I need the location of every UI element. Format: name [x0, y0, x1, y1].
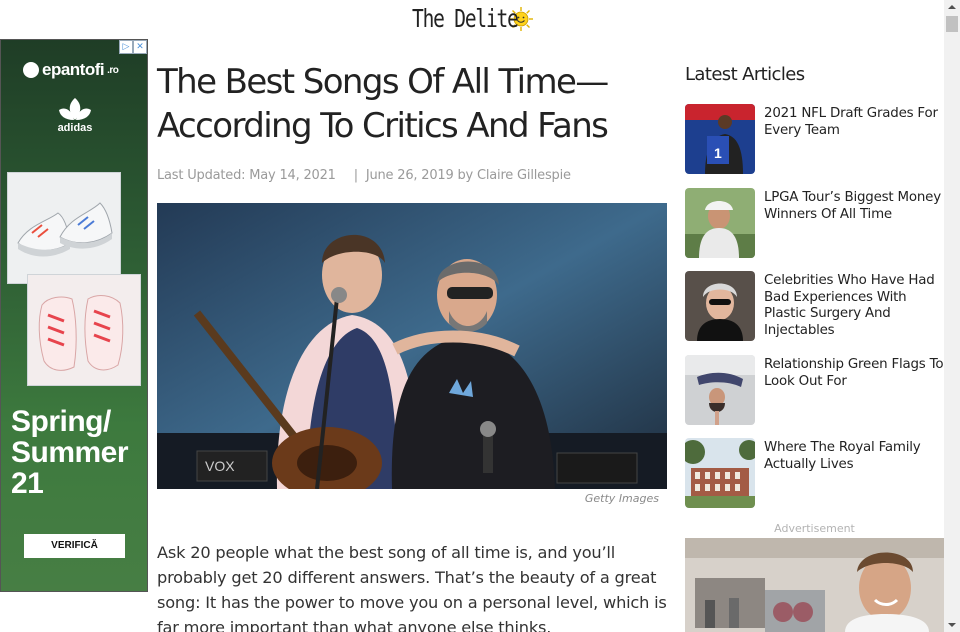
ad-headline-line: 21 [11, 467, 44, 500]
list-item[interactable]: LPGA Tour’s Biggest Money Winners Of All… [685, 188, 950, 258]
adidas-logo: adidas [51, 96, 99, 134]
last-updated: Last Updated: May 14, 2021 [157, 168, 336, 183]
site-logo-text: The Delite [412, 4, 519, 33]
shoe-image-white [8, 173, 120, 283]
ad-cta-button[interactable]: VERIFICĂ [24, 534, 125, 558]
ad-headline-line: Summer [11, 436, 129, 469]
hero-image: VOX [157, 203, 667, 489]
article-meta: Last Updated: May 14, 2021 | June 26, 20… [157, 168, 669, 183]
article-body: Ask 20 people what the best song of all … [157, 543, 667, 632]
list-item[interactable]: Where The Royal Family Actually Lives [685, 438, 950, 508]
ad-brand-tld: .ro [107, 64, 119, 76]
article-link[interactable]: LPGA Tour’s Biggest Money Winners Of All… [764, 190, 950, 223]
published-date: June 26, 2019 [365, 168, 454, 183]
site-header: The Delite [0, 0, 944, 40]
article-title: The Best Songs Of All Time—According To … [157, 62, 609, 146]
image-caption: Getty Images [584, 492, 659, 505]
scrollbar-thumb[interactable] [946, 16, 958, 32]
list-item[interactable]: Relationship Green Flags To Look Out For [685, 355, 950, 425]
ad-choices-icon[interactable]: ▷ [119, 40, 133, 54]
article: The Best Songs Of All Time—According To … [157, 60, 669, 632]
sidebar-heading: Latest Articles [685, 64, 805, 85]
article-thumbnail[interactable] [685, 188, 755, 258]
svg-text:1: 1 [714, 145, 722, 161]
article-link[interactable]: 2021 NFL Draft Grades For Every Team [764, 106, 950, 139]
meta-separator: | [353, 168, 358, 183]
article-thumbnail[interactable] [685, 355, 755, 425]
article-link[interactable]: Where The Royal Family Actually Lives [764, 440, 950, 473]
article-thumbnail[interactable] [685, 438, 755, 508]
ad-headline-line: Spring/ [11, 405, 111, 438]
ad-brand-logo: epantofi .ro [23, 60, 119, 80]
ad-sub-brand: adidas [57, 122, 93, 134]
advertisement-label: Advertisement [774, 522, 855, 535]
ad-headline: Spring/ Summer 21 [11, 405, 129, 500]
scroll-up-arrow-icon[interactable] [944, 0, 960, 14]
article-link[interactable]: Relationship Green Flags To Look Out For [764, 357, 950, 390]
site-logo[interactable]: The Delite [412, 4, 534, 33]
sidebar-advertisement[interactable] [685, 538, 944, 632]
list-item[interactable]: 1 2021 NFL Draft Grades For Every Team [685, 104, 950, 174]
shoe-image-red [28, 275, 140, 385]
author-link[interactable]: Claire Gillespie [477, 168, 571, 183]
vertical-scrollbar[interactable] [944, 0, 960, 632]
sidebar: Latest Articles 1 2021 NFL Draft Grades … [685, 64, 944, 632]
article-link[interactable]: Celebrities Who Have Had Bad Experiences… [764, 273, 950, 339]
list-item[interactable]: Celebrities Who Have Had Bad Experiences… [685, 271, 950, 341]
side-advertisement[interactable]: ▷ ✕ epantofi .ro adidas Spring/ Summer 2… [0, 39, 148, 592]
brand-circle-icon [23, 62, 39, 78]
svg-text:VOX: VOX [205, 458, 235, 474]
ad-close-icon[interactable]: ✕ [133, 40, 147, 54]
ad-brand-name: epantofi [42, 60, 105, 79]
adidas-trefoil-icon [59, 98, 91, 120]
article-thumbnail[interactable]: 1 [685, 104, 755, 174]
ad-choices[interactable]: ▷ ✕ [119, 40, 147, 54]
article-thumbnail[interactable] [685, 271, 755, 341]
byline-by: by [457, 168, 474, 183]
scroll-down-arrow-icon[interactable] [944, 618, 960, 632]
